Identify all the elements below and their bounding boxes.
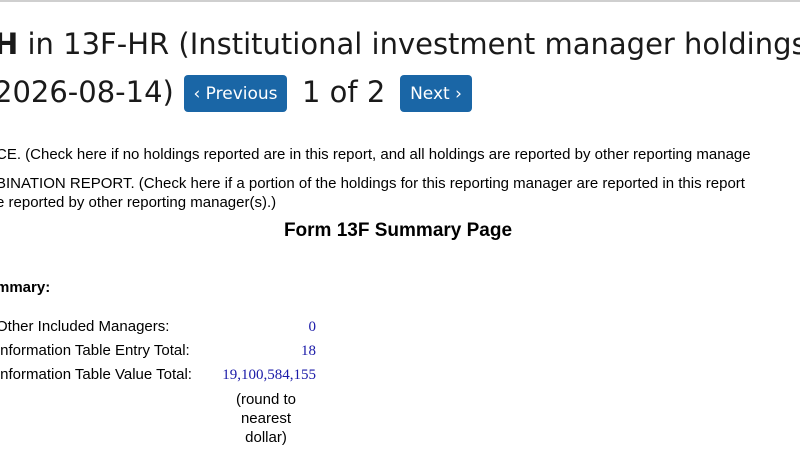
- other-included-managers-label: Other Included Managers:: [0, 318, 170, 335]
- value-total-value: 19,100,584,155: [222, 367, 316, 383]
- other-included-managers-value: 0: [308, 319, 317, 335]
- entry-total-value: 18: [301, 343, 316, 359]
- value-total-label: Information Table Value Total:: [0, 366, 192, 383]
- heading-line-1: H in 13F-HR (Institutional investment ma…: [0, 25, 800, 63]
- next-button[interactable]: Next ›: [400, 75, 472, 112]
- combination-report-line-2: e reported by other reporting manager(s)…: [0, 194, 277, 211]
- heading-title-text: in 13F-HR (Institutional investment mana…: [18, 27, 800, 61]
- notice-report-line: CE. (Check here if no holdings reported …: [0, 146, 751, 163]
- summary-page-title-text: Form 13F Summary Page: [283, 220, 513, 241]
- heading-bold-fragment: H: [0, 27, 19, 61]
- page-indicator: 1 of 2: [302, 75, 386, 109]
- entry-total-label: Information Table Entry Total:: [0, 342, 190, 359]
- summary-page-title: Form 13F Summary Page: [0, 220, 800, 242]
- combination-report-line-1: BINATION REPORT. (Check here if a portio…: [0, 175, 745, 192]
- heading-date-fragment: 2026-08-14): [0, 75, 174, 109]
- round-note: (round to nearest dollar): [235, 391, 297, 446]
- previous-button[interactable]: ‹ Previous: [184, 75, 287, 112]
- report-summary-label: mmary:: [0, 279, 51, 296]
